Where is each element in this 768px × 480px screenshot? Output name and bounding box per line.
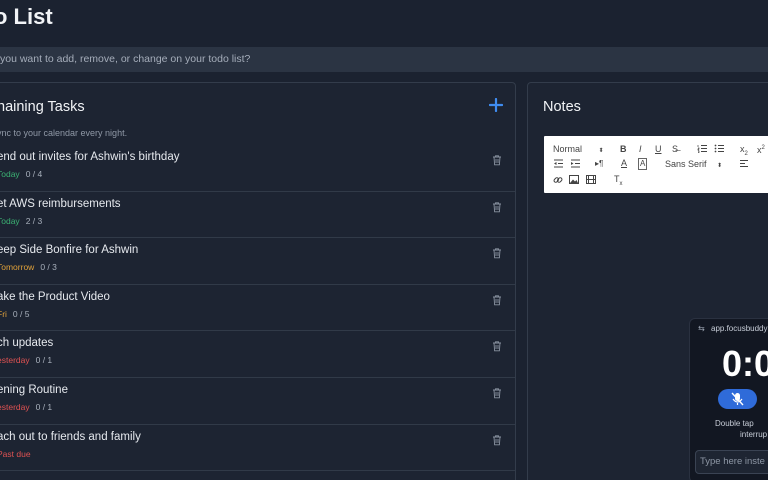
video-button[interactable] <box>586 175 596 186</box>
task-meta: esterday 0 / 1 <box>0 355 52 365</box>
bullet-list-button[interactable] <box>714 144 725 155</box>
task-meta: esterday 0 / 1 <box>0 402 52 412</box>
task-title: eep Side Bonfire for Ashwin <box>0 244 139 257</box>
todo-prompt-input[interactable]: you want to add, remove, or change on yo… <box>0 47 768 72</box>
trash-icon[interactable] <box>491 247 503 259</box>
subtask-progress: 0 / 1 <box>35 401 53 412</box>
ordered-list-button[interactable] <box>697 144 708 155</box>
task-list: end out invites for Ashwin's birthday Tod… <box>0 145 515 472</box>
task-row[interactable]: ake the Product Video Fri 0 / 5 <box>0 285 515 332</box>
heading-select-value: Normal <box>553 144 583 154</box>
bullet-list-icon <box>714 144 724 153</box>
text-color-button[interactable]: A <box>621 158 627 168</box>
task-meta: Tomorrow 0 / 3 <box>0 262 57 272</box>
task-title: ake the Product Video <box>0 290 110 303</box>
due-label: Tomorrow <box>0 262 35 273</box>
text-direction-button[interactable]: ▸¶ <box>595 159 603 169</box>
notes-title: Notes <box>543 99 581 115</box>
background-color-button[interactable]: A <box>638 158 648 170</box>
task-row[interactable]: ch updates esterday 0 / 1 <box>0 331 515 378</box>
tasks-panel: naining Tasks ync to your calendar every… <box>0 82 516 480</box>
task-row[interactable]: end out invites for Ashwin's birthday Tod… <box>0 145 515 192</box>
font-select[interactable]: Sans Serif ⬍ <box>665 159 722 171</box>
clear-format-button[interactable]: Tx <box>614 174 623 189</box>
trash-icon[interactable] <box>491 387 503 399</box>
task-row[interactable]: eep Side Bonfire for Ashwin Tomorrow 0 / 3 <box>0 238 515 285</box>
task-title: ch updates <box>0 337 54 350</box>
timer-display: 0:0 <box>722 343 768 384</box>
task-title: et AWS reimbursements <box>0 197 121 210</box>
mic-off-icon <box>731 392 744 406</box>
outdent-button[interactable] <box>553 159 564 170</box>
rich-text-toolbar: Normal ⬍ B I U S̶ x2 x2 ▸¶ A A Sans Seri… <box>544 136 768 193</box>
video-icon <box>586 175 596 184</box>
add-task-button[interactable] <box>486 95 506 115</box>
task-meta: Fri 0 / 5 <box>0 309 29 319</box>
focus-buddy-widget: ⇆ app.focusbuddy 0:0 Double tap interrup… <box>689 318 768 480</box>
tasks-panel-title: naining Tasks <box>0 99 85 115</box>
image-button[interactable] <box>569 175 579 186</box>
align-left-icon <box>740 160 748 167</box>
outdent-icon <box>554 159 563 168</box>
task-title: ening Routine <box>0 383 68 396</box>
widget-text-input[interactable]: Type here inste <box>695 450 768 474</box>
task-meta: Today 2 / 3 <box>0 216 42 226</box>
indent-button[interactable] <box>570 159 581 170</box>
task-meta: Past due <box>0 449 37 459</box>
subtask-progress: 0 / 1 <box>35 355 53 366</box>
superscript-button[interactable]: x2 <box>757 143 765 155</box>
task-title: ach out to friends and family <box>0 430 141 443</box>
bold-button[interactable]: B <box>620 144 627 154</box>
due-label: Fri <box>0 308 7 319</box>
due-label: Today <box>0 215 20 226</box>
select-arrows-icon: ⬍ <box>717 163 723 169</box>
font-select-value: Sans Serif <box>665 159 707 169</box>
task-row[interactable]: ening Routine esterday 0 / 1 <box>0 378 515 425</box>
trash-icon[interactable] <box>491 294 503 306</box>
trash-icon[interactable] <box>491 434 503 446</box>
page-title: o List <box>0 4 53 29</box>
link-icon <box>553 177 563 183</box>
due-label: Today <box>0 169 20 179</box>
mute-mic-button[interactable] <box>718 389 757 409</box>
indent-icon <box>571 159 580 168</box>
subtask-progress: 0 / 5 <box>12 308 30 319</box>
subtask-progress: 0 / 4 <box>25 169 43 179</box>
plus-icon <box>488 97 504 113</box>
task-row[interactable]: et AWS reimbursements Today 2 / 3 <box>0 192 515 239</box>
trash-icon[interactable] <box>491 340 503 352</box>
due-label: esterday <box>0 401 30 412</box>
hint-line-2: interrup <box>740 430 768 439</box>
tune-icon: ⇆ <box>698 324 705 333</box>
due-label: Past due <box>0 448 31 459</box>
task-meta: Today 0 / 4 <box>0 169 42 179</box>
image-icon <box>569 175 579 184</box>
align-button[interactable] <box>739 159 749 170</box>
double-tap-hint: Double tap interrup <box>715 418 767 440</box>
task-title: end out invites for Ashwin's birthday <box>0 151 180 163</box>
subtask-progress: 0 / 3 <box>40 262 57 273</box>
link-button[interactable] <box>553 175 563 187</box>
subscript-button[interactable]: x2 <box>740 144 748 159</box>
trash-icon[interactable] <box>491 154 503 166</box>
task-row[interactable]: ach out to friends and family Past due <box>0 425 515 472</box>
italic-button[interactable]: I <box>639 144 642 154</box>
heading-select[interactable]: Normal ⬍ <box>553 144 604 156</box>
trash-icon[interactable] <box>491 201 503 213</box>
strike-button[interactable]: S̶ <box>672 144 678 154</box>
select-arrows-icon: ⬍ <box>598 148 604 154</box>
underline-button[interactable]: U <box>655 144 662 154</box>
due-label: esterday <box>0 355 30 366</box>
subtask-progress: 2 / 3 <box>25 215 43 226</box>
widget-url: app.focusbuddy <box>711 324 768 333</box>
ordered-list-icon <box>697 145 707 153</box>
hint-line-1: Double tap <box>715 419 754 428</box>
sync-note: ync to your calendar every night. <box>0 128 128 138</box>
